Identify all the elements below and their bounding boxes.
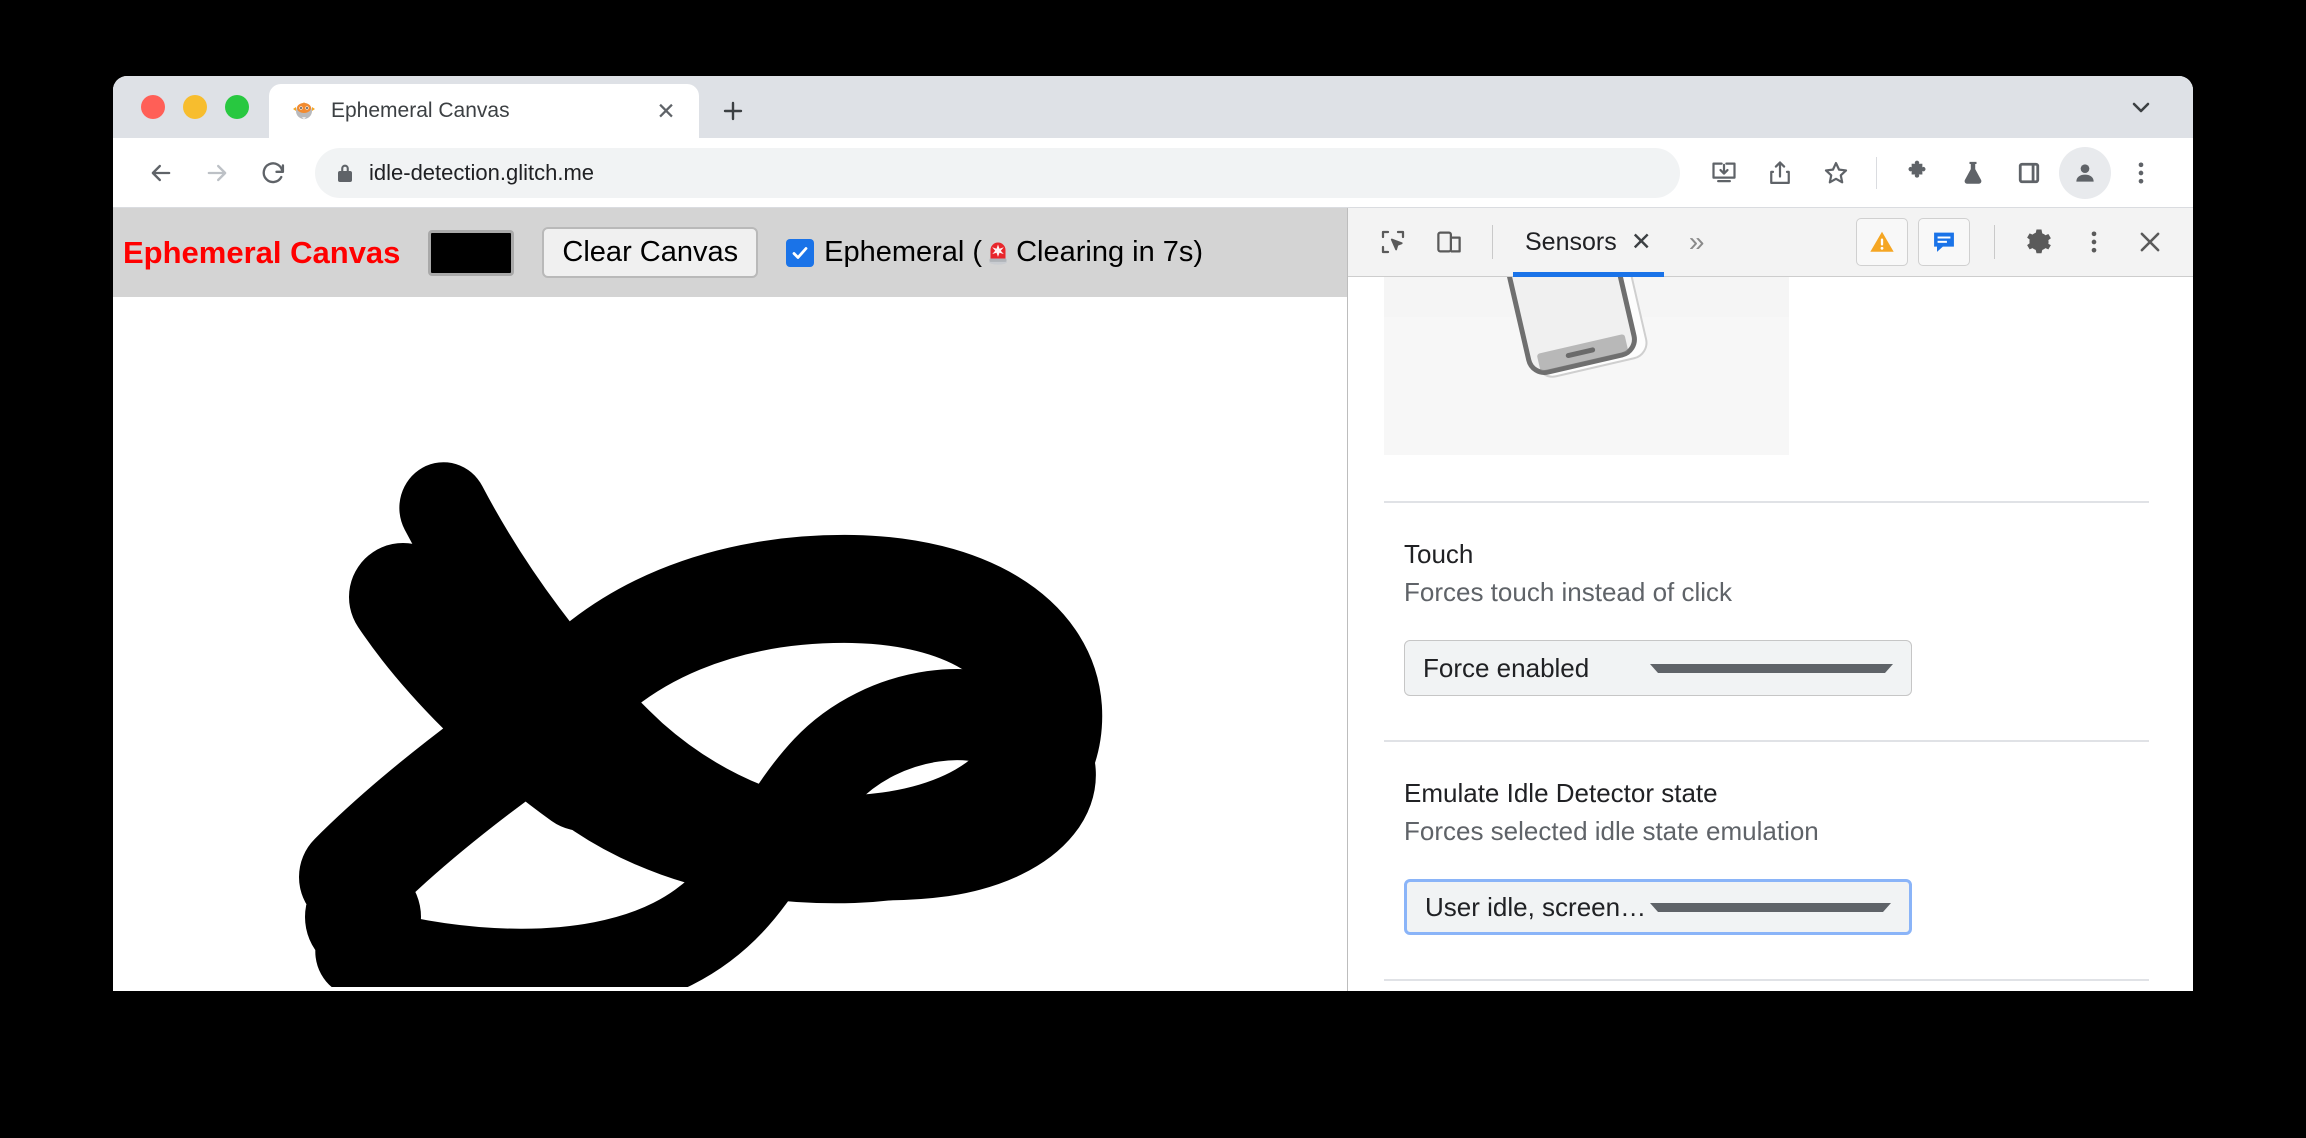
- bookmark-star-icon[interactable]: [1810, 147, 1862, 199]
- devtools-panel: Sensors ✕ » Touch Forces touch instead o…: [1347, 208, 2193, 991]
- devtools-toolbar-divider-2: [1994, 225, 1995, 259]
- section-touch: Touch Forces touch instead of click Forc…: [1348, 503, 2193, 740]
- experiments-flask-icon[interactable]: [1947, 147, 1999, 199]
- address-bar-url: idle-detection.glitch.me: [369, 159, 595, 185]
- three-dot-menu-icon[interactable]: [2115, 147, 2167, 199]
- touch-select-value: Force enabled: [1423, 652, 1590, 683]
- blowfish-favicon: [291, 98, 317, 124]
- devtools-more-tabs-button[interactable]: »: [1670, 215, 1724, 269]
- viewport-split: Ephemeral Canvas Clear Canvas Ephemeral …: [113, 208, 2193, 991]
- sensors-panel-content: Touch Forces touch instead of click Forc…: [1348, 277, 2193, 991]
- section-idle-title: Emulate Idle Detector state: [1404, 778, 1718, 809]
- section-idle-description: Forces selected idle state emulation: [1404, 816, 1819, 847]
- idle-state-select[interactable]: User idle, screen locked: [1404, 879, 1912, 936]
- tab-strip: Ephemeral Canvas ✕: [113, 76, 2193, 138]
- browser-window: Ephemeral Canvas ✕ idle-detection.glitch…: [113, 76, 2193, 991]
- color-picker-input[interactable]: [428, 229, 515, 276]
- chevron-down-icon: [1650, 902, 1891, 912]
- sensors-scroll-area[interactable]: Touch Forces touch instead of click Forc…: [1348, 277, 2193, 982]
- tab-search-button[interactable]: [2119, 85, 2163, 129]
- section-idle-detector: Emulate Idle Detector state Forces selec…: [1348, 742, 2193, 979]
- gear-icon[interactable]: [2011, 215, 2065, 269]
- devtools-close-icon[interactable]: [2123, 215, 2177, 269]
- address-bar[interactable]: idle-detection.glitch.me: [315, 147, 1680, 198]
- devtools-toolbar-divider: [1492, 225, 1493, 259]
- ephemeral-label-prefix: Ephemeral (: [824, 236, 983, 268]
- section-touch-description: Forces touch instead of click: [1404, 577, 1733, 608]
- new-tab-button[interactable]: [709, 87, 757, 135]
- tab-sensors[interactable]: Sensors ✕: [1509, 208, 1668, 277]
- idle-state-select-value: User idle, screen locked: [1425, 891, 1650, 922]
- tab-sensors-label: Sensors: [1525, 227, 1617, 256]
- web-page: Ephemeral Canvas Clear Canvas Ephemeral …: [113, 208, 1347, 991]
- clear-canvas-button[interactable]: Clear Canvas: [542, 227, 759, 278]
- ephemeral-label: Ephemeral ( Clearing in 7s): [824, 236, 1203, 269]
- window-controls: [113, 76, 269, 138]
- close-window-button[interactable]: [141, 95, 165, 119]
- maximize-window-button[interactable]: [225, 95, 249, 119]
- warning-triangle-icon[interactable]: [1856, 218, 1908, 266]
- tab-sensors-close-button[interactable]: ✕: [1631, 229, 1652, 255]
- share-icon[interactable]: [1754, 147, 1806, 199]
- reload-icon[interactable]: [247, 147, 299, 199]
- side-panel-icon[interactable]: [2003, 147, 2055, 199]
- inspect-element-icon[interactable]: [1366, 215, 1420, 269]
- tab-close-button[interactable]: ✕: [651, 96, 681, 126]
- ephemeral-checkbox[interactable]: [786, 238, 815, 267]
- chevron-down-icon: [1650, 663, 1893, 673]
- ephemeral-countdown: Clearing in 7s): [1016, 236, 1204, 268]
- browser-tab[interactable]: Ephemeral Canvas ✕: [269, 84, 699, 138]
- device-orientation-preview[interactable]: [1384, 277, 1789, 455]
- extensions-puzzle-icon[interactable]: [1891, 147, 1943, 199]
- tab-title: Ephemeral Canvas: [331, 99, 510, 122]
- issues-message-icon[interactable]: [1918, 218, 1970, 266]
- drawing-canvas[interactable]: [113, 297, 1347, 991]
- ephemeral-toggle-group: Ephemeral ( Clearing in 7s): [786, 236, 1203, 269]
- device-toolbar-icon[interactable]: [1422, 215, 1476, 269]
- install-download-icon[interactable]: [1698, 147, 1750, 199]
- devtools-more-menu-icon[interactable]: [2067, 215, 2121, 269]
- forward-arrow-icon[interactable]: [191, 147, 243, 199]
- page-title: Ephemeral Canvas: [123, 234, 401, 270]
- rotating-light-emoji: [984, 238, 1014, 268]
- toolbar-divider: [1876, 156, 1877, 189]
- canvas-stroke-layer: [299, 462, 1103, 987]
- lock-icon: [335, 162, 355, 184]
- browser-toolbar: idle-detection.glitch.me: [113, 138, 2193, 208]
- devtools-toolbar: Sensors ✕ »: [1348, 208, 2193, 277]
- section-touch-title: Touch: [1404, 539, 1474, 569]
- profile-avatar-icon[interactable]: [2059, 146, 2111, 199]
- touch-select[interactable]: Force enabled: [1404, 640, 1912, 697]
- minimize-window-button[interactable]: [183, 95, 207, 119]
- back-arrow-icon[interactable]: [135, 147, 187, 199]
- page-toolbar: Ephemeral Canvas Clear Canvas Ephemeral …: [113, 208, 1347, 297]
- section-divider-bottom: [1384, 979, 2149, 982]
